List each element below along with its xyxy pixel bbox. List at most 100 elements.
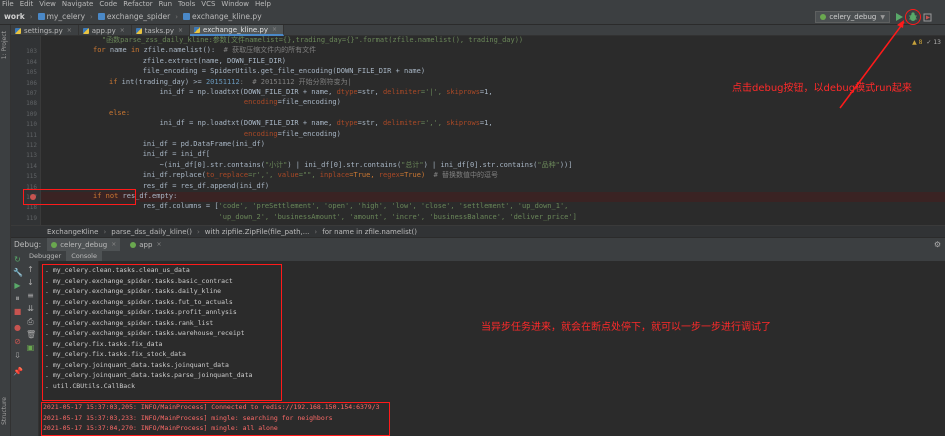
menu-item-run[interactable]: Run <box>159 0 172 9</box>
tab-label: exchange_kline.py <box>203 25 268 34</box>
print-icon[interactable]: ⎙ <box>26 317 35 326</box>
menu-item-tools[interactable]: Tools <box>178 0 195 9</box>
console-task-line: . my_celery.exchange_spider.tasks.fut_to… <box>45 297 233 306</box>
arrow-down-icon[interactable]: ↓ <box>26 278 35 287</box>
editor-tab-tasks-py[interactable]: tasks.py × <box>132 25 191 36</box>
code-line: "函数parse_zss_daily_kline:参数[文件namelist={… <box>85 36 523 45</box>
breadcrumb-separator: › <box>314 227 318 236</box>
run-icon <box>896 13 903 21</box>
mute-breakpoints-icon[interactable]: ⊘ <box>13 337 22 346</box>
console-task-line: . my_celery.exchange_spider.tasks.daily_… <box>45 287 222 295</box>
code-token: res_df.columns = [ <box>109 202 219 211</box>
console-log-line: 2021-05-17 15:37:03,205: INFO/MainProces… <box>43 403 380 411</box>
code-line: res_df = res_df.append(ini_df) <box>109 181 269 191</box>
code-token: value <box>277 171 299 180</box>
menu-item-help[interactable]: Help <box>255 0 271 9</box>
debug-tab-app[interactable]: app × <box>126 238 165 252</box>
nav-crumb-my-celery[interactable]: my_celery <box>37 12 85 21</box>
menu-item-navigate[interactable]: Navigate <box>62 0 93 9</box>
line-number: 110 <box>26 121 37 129</box>
nav-root[interactable]: work <box>4 12 25 21</box>
code-token: name <box>109 46 131 55</box>
close-icon[interactable]: × <box>156 241 161 248</box>
code-token: ) | ini_df[0].str.contains( <box>423 160 538 169</box>
console-task-line: . my_celery.exchange_spider.tasks.rank_l… <box>45 318 214 327</box>
editor-tab-settings-py[interactable]: settings.py × <box>11 25 79 36</box>
code-token: to_replace <box>205 171 249 180</box>
run-button[interactable] <box>894 12 904 22</box>
debug-tab-celery-debug[interactable]: celery_debug × <box>47 237 121 252</box>
code-token: encoding <box>243 129 278 138</box>
debug-button[interactable] <box>908 12 918 22</box>
menu-item-edit[interactable]: Edit <box>20 0 34 9</box>
breadcrumb-item[interactable]: for name in zfile.namelist() <box>322 228 417 236</box>
rerun-icon[interactable]: ↻ <box>13 255 22 264</box>
code-token: ) | ini_df[0].str.contains( <box>287 160 402 169</box>
settings-icon[interactable]: 🔧 <box>13 268 23 277</box>
close-icon[interactable]: × <box>120 27 125 34</box>
close-icon[interactable]: × <box>272 26 277 33</box>
arrow-up-icon[interactable]: ↑ <box>26 265 35 274</box>
breadcrumb-item[interactable]: with zipfile.ZipFile(file_path,... <box>205 228 310 236</box>
resume-icon[interactable]: ▶ <box>13 281 22 290</box>
get-thread-dump-icon[interactable]: ⇩ <box>13 351 22 360</box>
python-file-icon <box>194 26 201 33</box>
code-token: ini_df = pd.DataFrame(ini_df) <box>109 140 265 148</box>
code-token: delimiter <box>382 88 421 96</box>
menu-item-refactor[interactable]: Refactor <box>123 0 152 9</box>
tab-debugger[interactable]: Debugger <box>24 251 66 261</box>
console-task-line: . my_celery.exchange_spider.tasks.profit… <box>45 308 237 316</box>
breadcrumb-item[interactable]: parse_dss_daily_kline() <box>111 228 192 236</box>
line-number-gutter[interactable]: 103 104 105 106 107 108 109 110 111 112 113 114 115 1… <box>11 36 41 225</box>
debug-tool-window-header: Debug: celery_debug × app × ⚙ <box>11 237 945 252</box>
breadcrumb-separator: › <box>103 227 107 236</box>
structure-tool-button[interactable]: Structure <box>1 397 8 425</box>
close-icon[interactable]: × <box>178 27 183 34</box>
pause-icon[interactable]: ⏸ <box>13 294 22 303</box>
breadcrumb-item[interactable]: ExchangeKline <box>47 228 98 236</box>
close-icon[interactable]: × <box>111 241 116 248</box>
gear-icon[interactable]: ⚙ <box>934 240 941 249</box>
run-configuration-select[interactable]: celery_debug ▼ <box>815 11 890 23</box>
line-number: 113 <box>26 152 37 160</box>
tab-label: tasks.py <box>144 26 174 35</box>
view-breakpoints-icon[interactable]: ● <box>13 323 22 332</box>
breakpoint-icon[interactable] <box>30 194 36 200</box>
line-number: 116 <box>26 183 37 191</box>
tab-console[interactable]: Console <box>66 251 102 261</box>
menu-item-view[interactable]: View <box>39 0 56 9</box>
project-tool-button[interactable]: 1: Project <box>1 31 8 59</box>
tab-label: settings.py <box>24 26 63 35</box>
code-editor[interactable]: 103 104 105 106 107 108 109 110 111 112 113 114 115 1… <box>11 36 945 225</box>
line-number: 112 <box>26 142 37 149</box>
line-number: 104 <box>26 58 37 66</box>
breadcrumb-separator: › <box>196 227 200 236</box>
run-with-coverage-button[interactable] <box>922 12 932 22</box>
python-run-config-icon <box>820 14 827 20</box>
python-console-icon[interactable]: ▣ <box>26 343 35 352</box>
code-token: ~(ini_df[0].str.contains( <box>109 160 265 169</box>
stop-icon[interactable]: ■ <box>13 307 22 316</box>
close-icon[interactable]: × <box>67 27 72 34</box>
scroll-to-end-icon[interactable]: ⇊ <box>26 304 35 313</box>
menu-item-file[interactable]: File <box>2 0 14 9</box>
debug-actions-toolbar: ↻ 🔧 ▶ ⏸ ■ ● ⊘ ⇩ 📌 <box>11 251 24 436</box>
editor-tab-app-py[interactable]: app.py × <box>79 25 132 36</box>
nav-crumb-file[interactable]: exchange_kline.py <box>183 12 262 21</box>
nav-separator: › <box>175 12 179 21</box>
clear-all-icon[interactable]: 🗑 <box>26 330 36 339</box>
menu-item-window[interactable]: Window <box>221 0 249 9</box>
editor-tab-exchange_kline-py[interactable]: exchange_kline.py × <box>190 25 285 36</box>
code-token: file_encoding = SpiderUtils.get_file_enc… <box>109 67 426 76</box>
code-token: =',', <box>420 119 447 128</box>
nav-crumb-exchange-spider[interactable]: exchange_spider <box>97 12 170 21</box>
menu-item-code[interactable]: Code <box>99 0 117 9</box>
menu-item-vcs[interactable]: VCS <box>201 0 215 9</box>
console-output[interactable]: . my_celery.clean.tasks.clean_us_data . m… <box>39 261 945 436</box>
python-file-icon <box>82 27 89 34</box>
soft-wrap-icon[interactable]: ≡ <box>26 291 35 300</box>
inspection-widget[interactable]: ▲ 8 ✓ 13 <box>912 39 941 46</box>
console-task-line: . my_celery.fix.tasks.fix_stock_data <box>45 350 186 358</box>
pin-icon[interactable]: 📌 <box>13 367 23 376</box>
